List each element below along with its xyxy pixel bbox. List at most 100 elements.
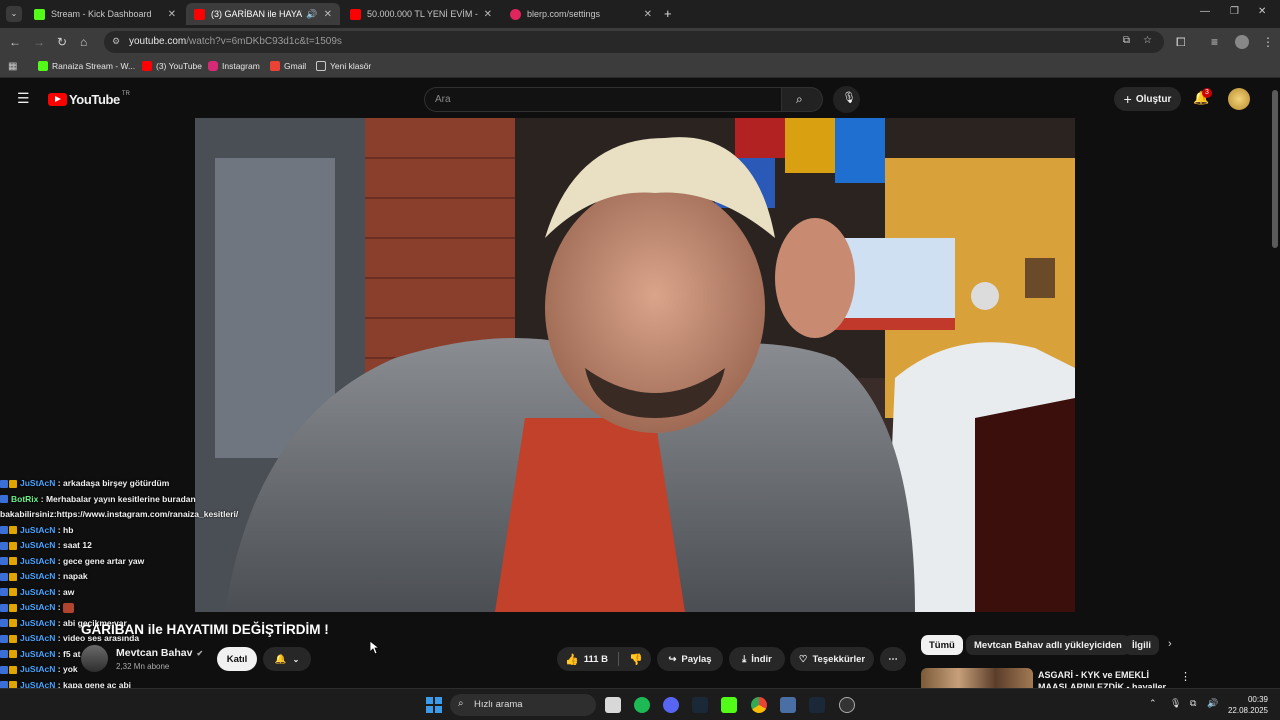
- chat-username: JuStAcN: [20, 478, 56, 488]
- tab-blerp[interactable]: blerp.com/settings ✕: [502, 3, 660, 25]
- chevron-right-icon[interactable]: ›: [1168, 638, 1172, 650]
- tab-title: 50.000.000 TL YENİ EVİM - YouTube: [367, 9, 478, 19]
- chip-from-uploader[interactable]: Mevtcan Bahav adlı yükleyiciden: [966, 635, 1130, 655]
- tray-volume-icon[interactable]: 🔊: [1207, 698, 1218, 709]
- chat-badge-icon: [0, 479, 8, 488]
- next-video-title[interactable]: ASGARİ - KYK ve EMEKLİ MAAŞLARINI EZDİK …: [1038, 669, 1173, 689]
- bookmark-ranaiza[interactable]: Ranaiza Stream - W...: [38, 61, 135, 71]
- chip-related[interactable]: İlgili: [1124, 635, 1159, 655]
- home-icon[interactable]: ⌂: [80, 35, 87, 49]
- download-button[interactable]: ⤓ İndir: [729, 647, 785, 671]
- obs-icon[interactable]: [839, 697, 855, 713]
- site-info-icon[interactable]: ⚙: [112, 36, 120, 47]
- profile-avatar[interactable]: [1235, 35, 1249, 49]
- account-avatar[interactable]: [1228, 88, 1250, 110]
- tray-chevron-up-icon[interactable]: ⌃: [1149, 698, 1157, 709]
- close-tab-icon[interactable]: ✕: [324, 9, 332, 20]
- share-button[interactable]: ↪ Paylaş: [657, 647, 723, 671]
- bookmark-instagram[interactable]: Instagram: [208, 61, 260, 71]
- cast-icon[interactable]: ⧉: [1123, 35, 1130, 46]
- microphone-icon: 🎙: [842, 92, 856, 104]
- voice-search-button[interactable]: 🎙: [833, 86, 860, 113]
- chat-message: BotRix : Merhabalar yayın kesitlerine bu…: [0, 492, 260, 508]
- steam-2-icon[interactable]: [809, 697, 825, 713]
- spotify-icon[interactable]: [634, 697, 650, 713]
- tray-mic-icon[interactable]: 🎙: [1170, 698, 1181, 709]
- instagram-icon: [208, 61, 218, 71]
- taskbar-clock[interactable]: 00:39 22.08.2025: [1228, 694, 1268, 716]
- bookmark-star-icon[interactable]: ☆: [1143, 35, 1152, 46]
- minimize-icon[interactable]: —: [1200, 6, 1210, 17]
- bookmark-folder[interactable]: Yeni klasör: [316, 61, 371, 71]
- tab-title: blerp.com/settings: [527, 9, 601, 19]
- tab-search-chevron-icon[interactable]: ⌄: [6, 6, 22, 22]
- chat-message: JuStAcN : hb: [0, 523, 260, 539]
- tab-youtube-active[interactable]: (3) GARİBAN ile HAYATIMI DEĞİŞTİRDİM 🔊 ✕: [186, 3, 340, 25]
- chrome-icon[interactable]: [751, 697, 767, 713]
- close-tab-icon[interactable]: ✕: [484, 9, 492, 20]
- create-button[interactable]: + Oluştur: [1114, 87, 1181, 111]
- channel-name-link[interactable]: Mevtcan Bahav ✔: [116, 647, 203, 659]
- new-tab-plus-icon[interactable]: +: [664, 6, 672, 21]
- task-view-icon[interactable]: [605, 697, 621, 713]
- speaker-icon[interactable]: 🔊: [306, 9, 317, 20]
- next-video-menu-icon[interactable]: ⋮: [1180, 670, 1191, 683]
- chat-message: JuStAcN : aw: [0, 585, 260, 601]
- close-tab-icon[interactable]: ✕: [168, 9, 176, 20]
- settings-gear-icon[interactable]: [780, 697, 796, 713]
- address-bar[interactable]: ⚙ youtube.com/watch?v=6mDKbC93d1c&t=1509…: [104, 31, 1164, 53]
- search-button[interactable]: ⌕: [781, 87, 823, 112]
- chat-text: bakabilirsiniz:https://www.instagram.com…: [0, 509, 239, 519]
- bookmark-label: Instagram: [222, 61, 260, 71]
- join-button[interactable]: Katıl: [217, 647, 257, 671]
- youtube-logo[interactable]: YouTube TR: [48, 91, 130, 107]
- bookmark-gmail[interactable]: Gmail: [270, 61, 306, 71]
- chat-message: JuStAcN : arkadaşa birşey götürdüm: [0, 476, 260, 492]
- dislike-button[interactable]: 👎: [629, 653, 643, 666]
- chat-username: JuStAcN: [20, 648, 56, 659]
- chat-username: JuStAcN: [20, 555, 56, 566]
- page-scrollbar-thumb[interactable]: [1272, 90, 1278, 248]
- chip-all[interactable]: Tümü: [921, 635, 963, 655]
- windows-start-icon[interactable]: [426, 697, 442, 713]
- video-player[interactable]: [195, 118, 1075, 612]
- subscription-bell-button[interactable]: 🔔 ⌄: [263, 647, 311, 671]
- chat-message: bakabilirsiniz:https://www.instagram.com…: [0, 507, 260, 523]
- chat-separator: :: [55, 586, 63, 597]
- reload-icon[interactable]: ↻: [57, 35, 67, 49]
- tab-youtube-2[interactable]: 50.000.000 TL YENİ EVİM - YouTube ✕: [342, 3, 500, 25]
- apps-grid-icon[interactable]: ▦: [8, 61, 17, 72]
- chat-text: napak: [63, 571, 88, 581]
- tab-kick-dashboard[interactable]: Stream - Kick Dashboard ✕: [26, 3, 184, 25]
- discord-icon[interactable]: [663, 697, 679, 713]
- back-arrow-icon[interactable]: ←: [9, 35, 21, 49]
- next-video-thumbnail[interactable]: [921, 668, 1033, 688]
- youtube-icon: [350, 8, 361, 20]
- more-actions-button[interactable]: ⋯: [880, 647, 906, 671]
- chip-label: Mevtcan Bahav adlı yükleyiciden: [974, 639, 1122, 651]
- close-window-icon[interactable]: ✕: [1258, 6, 1266, 17]
- like-button[interactable]: 👍 111 B: [565, 653, 608, 666]
- search-input[interactable]: Ara: [424, 87, 782, 112]
- close-tab-icon[interactable]: ✕: [644, 9, 652, 20]
- bookmark-youtube[interactable]: (3) YouTube: [142, 61, 202, 71]
- taskbar-search[interactable]: ⌕ Hızlı arama: [450, 694, 596, 716]
- steam-icon[interactable]: [692, 697, 708, 713]
- reading-list-icon[interactable]: ≡: [1211, 35, 1218, 49]
- thanks-button[interactable]: ♡ Teşekkürler: [790, 647, 874, 671]
- channel-avatar[interactable]: [81, 645, 108, 672]
- chat-text: yok: [63, 664, 78, 674]
- extensions-icon[interactable]: ⧠: [1176, 35, 1186, 50]
- search-placeholder: Ara: [435, 94, 451, 105]
- menu-kebab-icon[interactable]: ⋮: [1262, 35, 1274, 49]
- url-host: youtube.com: [129, 36, 187, 47]
- chat-separator: :: [55, 617, 63, 628]
- forward-arrow-icon[interactable]: →: [33, 35, 45, 49]
- kick-icon[interactable]: [721, 697, 737, 713]
- hamburger-menu-icon[interactable]: ☰: [17, 90, 30, 107]
- maximize-icon[interactable]: ❐: [1230, 6, 1239, 17]
- chat-badge-icon: [0, 572, 8, 581]
- url-text: youtube.com/watch?v=6mDKbC93d1c&t=1509s: [129, 36, 342, 47]
- tray-network-icon[interactable]: ⧉: [1190, 698, 1196, 709]
- chat-emote-icon: [63, 602, 74, 613]
